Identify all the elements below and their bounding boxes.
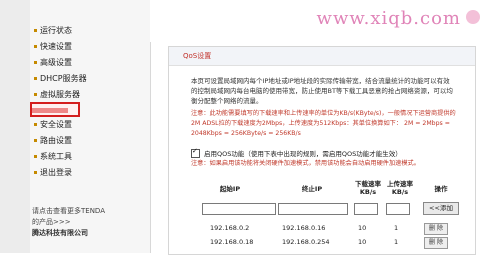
table-row-2-up: 1 [394, 238, 399, 246]
bullet-icon [34, 139, 37, 142]
description-text: 本页可设置局域网内每个IP地址或IP地址段的实际传输带宽，结合流量统计的功能可以… [191, 77, 453, 105]
sidebar-item-label: 高级设置 [40, 58, 72, 67]
table-row-2-down: 10 [358, 238, 367, 246]
more-products-link-cont[interactable]: 的产品>>> [32, 217, 105, 228]
sidebar-item-highlighted[interactable] [30, 102, 80, 117]
sidebar-item-label: 运行状态 [40, 26, 72, 35]
warning-note: 注意：此功能需要填写的下载速率和上传速率的单位为KB/s(KByte/s)，一般… [191, 110, 456, 137]
column-end-ip: 终止IP [301, 185, 323, 193]
bullet-icon [34, 61, 37, 64]
sidebar: 运行状态 快速设置 高级设置 DHCP服务器 虚拟服务器 安全设置 路由设置 系… [0, 0, 151, 253]
watermark: www.xiqb.com [316, 8, 461, 29]
bullet-icon [34, 155, 37, 158]
table-row-2-end: 192.168.0.254 [282, 238, 330, 246]
hardware-accel-note: 注意：如果启用该功能将关闭硬件加速模式，禁用该功能会自动启用硬件加速模式。 [191, 160, 420, 167]
sidebar-footer: 请点击查看更多TENDA 的产品>>> 腾达科技有限公司 [32, 206, 105, 239]
delete-row-1-button[interactable]: 删 除 [424, 223, 448, 235]
enable-qos-row[interactable]: 启用QOS功能（使用下表中出现的规则，需启用QOS功能才能生效） [191, 147, 461, 159]
down-rate-input[interactable] [354, 203, 378, 215]
bullet-icon [34, 123, 37, 126]
bullet-icon [34, 77, 37, 80]
panel-title-bar: QoS设置 [169, 47, 475, 66]
sidebar-item-quick-setup[interactable]: 快速设置 [34, 40, 72, 54]
enable-qos-label: 启用QOS功能（使用下表中出现的规则，需启用QOS功能才能生效） [204, 150, 402, 158]
more-products-link[interactable]: 请点击查看更多TENDA [32, 206, 105, 217]
sidebar-item-status[interactable]: 运行状态 [34, 24, 72, 38]
sidebar-item-dhcp[interactable]: DHCP服务器 [34, 72, 87, 86]
sidebar-item-security[interactable]: 安全设置 [34, 118, 72, 132]
page-title: QoS设置 [183, 52, 212, 60]
sidebar-item-routing[interactable]: 路由设置 [34, 134, 72, 148]
sidebar-item-logout[interactable]: 退出登录 [34, 166, 72, 180]
start-ip-input[interactable] [202, 203, 276, 215]
company-name: 腾达科技有限公司 [32, 229, 88, 237]
bullet-icon [34, 45, 37, 48]
sidebar-item-advanced[interactable]: 高级设置 [34, 56, 72, 70]
table-row-1-up: 1 [394, 224, 399, 232]
sidebar-item-system-tools[interactable]: 系统工具 [34, 150, 72, 164]
end-ip-input[interactable] [278, 203, 348, 215]
sidebar-item-label: 退出登录 [40, 168, 72, 177]
sidebar-item-label: 虚拟服务器 [40, 90, 80, 99]
column-operation: 操作 [434, 185, 448, 193]
up-rate-input[interactable] [386, 203, 410, 215]
column-up-rate: 上传速率 [387, 180, 413, 188]
enable-qos-checkbox[interactable] [191, 147, 200, 158]
add-rule-button[interactable]: <<添加 [423, 202, 459, 215]
sidebar-item-label: 快速设置 [40, 42, 72, 51]
column-start-ip: 起始IP [219, 185, 241, 193]
bullet-icon [34, 93, 37, 96]
table-row-1-end: 192.168.0.16 [282, 224, 326, 232]
table-row-2-start: 192.168.0.18 [210, 238, 254, 246]
sidebar-item-label: 路由设置 [40, 136, 72, 145]
table-row-1-start: 192.168.0.2 [210, 224, 250, 232]
header: www.xiqb.com [150, 0, 483, 42]
sidebar-item-virtual-server[interactable]: 虚拟服务器 [34, 88, 80, 102]
sidebar-item-label: DHCP服务器 [40, 74, 87, 83]
delete-row-2-button[interactable]: 删 除 [424, 237, 448, 249]
highlighted-label-mask [32, 108, 68, 113]
sidebar-item-label: 系统工具 [40, 152, 72, 161]
sidebar-strip [0, 0, 30, 253]
sidebar-item-label: 安全设置 [40, 120, 72, 129]
bullet-icon [34, 29, 37, 32]
column-up-unit: KB/s [391, 188, 409, 196]
table-row-1-down: 10 [358, 224, 367, 232]
bullet-icon [34, 171, 37, 174]
watermark-logo-icon [466, 10, 480, 24]
